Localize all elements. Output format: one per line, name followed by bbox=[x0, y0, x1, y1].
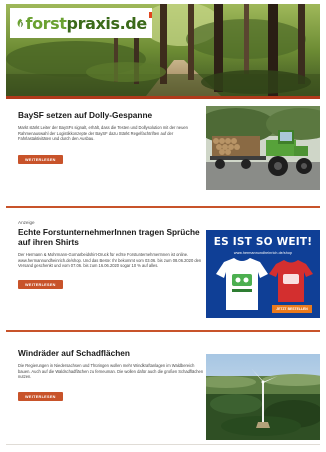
article-text-block: Windräder auf Schadflächen Die Regierung… bbox=[18, 348, 204, 403]
tshirt-icon bbox=[216, 258, 268, 310]
read-more-button[interactable]: WEITERLESEN bbox=[18, 392, 63, 402]
tractor-timber-photo bbox=[206, 106, 320, 190]
logo-text-praxis: praxis.de bbox=[66, 13, 148, 33]
article-image-tractor[interactable] bbox=[206, 106, 320, 190]
page-bottom-border bbox=[6, 444, 320, 445]
logo-text-forst: forst bbox=[25, 13, 67, 33]
leaf-icon bbox=[17, 18, 23, 28]
wind-turbine-forest-photo bbox=[206, 354, 320, 440]
article-dolly: BaySF setzen auf Dolly-Gespanne Markt st… bbox=[6, 100, 320, 206]
article-teaser: Markt stärkt Leiter der BaySFs signalt, … bbox=[18, 125, 188, 142]
article-image-shirt-ad[interactable]: ES IST SO WEIT! www.hermannundheinrich.d… bbox=[206, 230, 320, 318]
article-image-windturbine[interactable] bbox=[206, 354, 320, 440]
tshirt-red-icon bbox=[269, 260, 313, 302]
article-title[interactable]: BaySF setzen auf Dolly-Gespanne bbox=[18, 110, 204, 120]
logo-wordmark: forstpraxis.de bbox=[25, 13, 148, 33]
article-windraeder: Windräder auf Schadflächen Die Regierung… bbox=[6, 332, 320, 444]
article-shirts-ad: Anzeige Echte ForstunternehmerInnen trag… bbox=[6, 208, 320, 330]
article-title[interactable]: Windräder auf Schadflächen bbox=[18, 348, 204, 358]
ad-url: www.hermannundheinrich.de/shop bbox=[233, 251, 293, 255]
read-more-button[interactable]: WEITERLESEN bbox=[18, 155, 63, 165]
logo-square-mark bbox=[148, 12, 152, 18]
article-teaser: Die Regierungen in Niedersachsen und Thü… bbox=[18, 363, 204, 380]
ad-order-button[interactable]: JETZT BESTELLEN bbox=[272, 305, 312, 313]
article-teaser: Der Hermann & Mohrmann-Gornarbeidshirt-D… bbox=[18, 252, 202, 269]
article-text-block: BaySF setzen auf Dolly-Gespanne Markt st… bbox=[18, 110, 204, 166]
ad-label: Anzeige bbox=[18, 220, 35, 225]
header-banner: forstpraxis.de bbox=[6, 4, 320, 96]
forstpraxis-logo[interactable]: forstpraxis.de bbox=[10, 8, 152, 38]
header-divider bbox=[6, 96, 320, 99]
article-text-block: Anzeige Echte ForstunternehmerInnen trag… bbox=[18, 220, 204, 291]
article-title[interactable]: Echte ForstunternehmerInnen tragen Sprüc… bbox=[18, 227, 204, 247]
read-more-button[interactable]: WEITERLESEN bbox=[18, 280, 63, 290]
ad-headline: ES IST SO WEIT! bbox=[213, 236, 313, 248]
newsletter-page: forstpraxis.de BaySF setzen auf Dolly-Ge… bbox=[0, 0, 326, 452]
shirt-ad-banner: ES IST SO WEIT! www.hermannundheinrich.d… bbox=[206, 230, 320, 318]
